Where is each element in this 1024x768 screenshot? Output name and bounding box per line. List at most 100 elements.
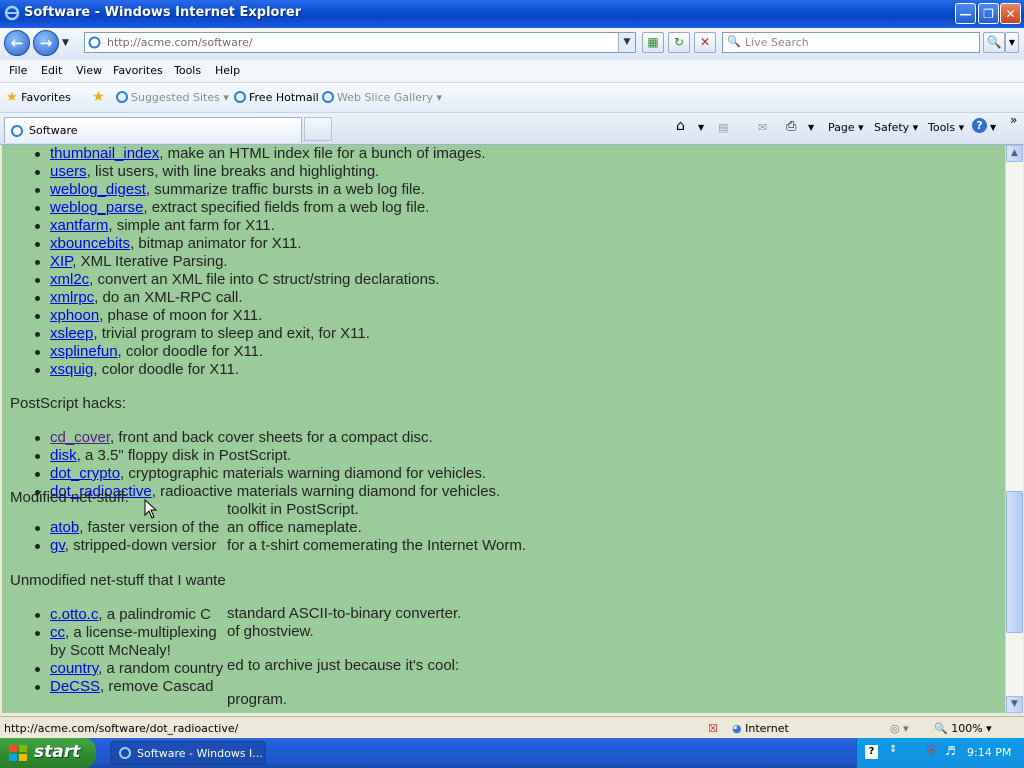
protected-mode-icon[interactable]: ◎ ▾ (890, 722, 909, 735)
add-favorite-icon[interactable]: ★ (92, 89, 105, 105)
safety-menu-button[interactable]: Safety ▾ (874, 121, 918, 134)
network-tray-icon[interactable]: ⇕ (889, 744, 897, 755)
search-box[interactable]: 🔍 Live Search (722, 32, 980, 53)
menu-view[interactable]: View (76, 64, 102, 77)
forward-arrow-icon: → (39, 34, 53, 52)
bullet (35, 613, 40, 618)
taskbar-ie-window[interactable]: Software - Windows I... (110, 741, 266, 765)
favorites-button[interactable]: ★ Favorites (6, 90, 71, 105)
mouse-cursor-icon (144, 499, 158, 519)
list-item: xsplinefun, color doodle for X11. (50, 343, 263, 361)
tools-menu-button[interactable]: Tools ▾ (928, 121, 964, 134)
item-description: , do an XML-RPC call. (94, 289, 243, 306)
software-link[interactable]: XIP (50, 253, 72, 270)
item-description: , trivial program to sleep and exit, for… (93, 325, 370, 342)
search-icon: 🔍 (986, 35, 1002, 49)
web-slice-gallery-link[interactable]: Web Slice Gallery ▾ (322, 91, 442, 104)
software-link[interactable]: xbouncebits (50, 235, 130, 252)
security-shield-icon[interactable]: ⛨ (927, 744, 937, 759)
compatibility-view-button[interactable]: ▦ (642, 32, 664, 53)
back-button[interactable]: ← (4, 30, 30, 56)
page-menu-label: Page (828, 121, 855, 134)
software-link[interactable]: disk (50, 447, 77, 464)
page-menu-button[interactable]: Page ▾ (828, 121, 864, 134)
menu-file[interactable]: File (9, 64, 27, 77)
refresh-button[interactable]: ↻ (668, 32, 690, 53)
safety-menu-label: Safety (874, 121, 910, 134)
menu-edit[interactable]: Edit (41, 64, 62, 77)
menu-favorites[interactable]: Favorites (113, 64, 163, 77)
software-link[interactable]: weblog_parse (50, 199, 143, 216)
zoom-control[interactable]: 🔍 100% ▾ (934, 722, 992, 735)
address-bar[interactable]: http://acme.com/software/ ▼ (84, 32, 636, 53)
software-link[interactable]: atob (50, 519, 79, 536)
software-link[interactable]: xml2c (50, 271, 89, 288)
home-icon[interactable]: ⌂ (676, 118, 685, 134)
more-commands-icon[interactable]: » (1010, 113, 1017, 127)
taskbar-window-label: Software - Windows I... (137, 747, 263, 760)
tab-software[interactable]: Software (4, 117, 302, 143)
text-fragment: of ghostview. (227, 623, 314, 640)
address-url: http://acme.com/software/ (107, 36, 253, 49)
print-icon[interactable]: ⎙ (786, 119, 796, 134)
software-link[interactable]: cc (50, 624, 65, 641)
new-tab-button[interactable] (304, 117, 332, 141)
history-dropdown-icon[interactable]: ▼ (62, 38, 69, 48)
software-link[interactable]: DeCSS (50, 678, 100, 695)
menu-tools[interactable]: Tools (174, 64, 201, 77)
menu-help[interactable]: Help (215, 64, 240, 77)
home-dropdown-icon[interactable]: ▼ (698, 123, 704, 132)
address-dropdown-icon[interactable]: ▼ (618, 33, 635, 52)
scroll-thumb[interactable] (1006, 491, 1023, 633)
bullet (35, 260, 40, 265)
suggested-sites-link[interactable]: Suggested Sites ▾ (116, 91, 229, 104)
scroll-down-icon[interactable]: ▼ (1006, 696, 1023, 713)
help-icon[interactable]: ? (972, 118, 987, 133)
software-link[interactable]: c.otto.c (50, 606, 98, 623)
help-dropdown-icon[interactable]: ▼ (990, 123, 996, 132)
popup-blocked-icon[interactable]: ☒ (708, 722, 718, 735)
list-item: disk, a 3.5" floppy disk in PostScript. (50, 447, 291, 465)
help-tray-icon[interactable]: ? (865, 745, 878, 759)
software-link[interactable]: xphoon (50, 307, 99, 324)
print-dropdown-icon[interactable]: ▼ (808, 123, 814, 132)
software-link[interactable]: xsleep (50, 325, 93, 342)
stop-button[interactable]: ✕ (694, 32, 716, 53)
software-link[interactable]: cd_cover (50, 429, 110, 446)
free-hotmail-link[interactable]: Free Hotmail (234, 91, 319, 104)
bullet (35, 332, 40, 337)
internet-zone[interactable]: ◕ Internet (732, 722, 789, 735)
software-link[interactable]: dot_crypto (50, 465, 120, 482)
software-link[interactable]: xsplinefun (50, 343, 118, 360)
vertical-scrollbar[interactable]: ▲ ▼ (1005, 145, 1023, 713)
search-options-button[interactable]: ▼ (1005, 32, 1019, 53)
software-link[interactable]: xsquig (50, 361, 93, 378)
software-link[interactable]: users (50, 163, 87, 180)
software-link[interactable]: xmlrpc (50, 289, 94, 306)
software-link[interactable]: weblog_digest (50, 181, 146, 198)
mail-icon[interactable]: ✉ (758, 121, 767, 134)
favorites-star-icon: ★ (6, 90, 18, 105)
section-heading: Modified net-stuff: (10, 489, 129, 506)
item-description: , cryptographic materials warning diamon… (120, 465, 487, 482)
software-link[interactable]: thumbnail_index (50, 145, 159, 162)
windows-flag-icon (9, 745, 27, 761)
scroll-up-icon[interactable]: ▲ (1006, 145, 1023, 162)
list-item: xml2c, convert an XML file into C struct… (50, 271, 440, 289)
feeds-icon[interactable]: ▤ (718, 121, 728, 134)
software-link[interactable]: country (50, 660, 98, 677)
forward-button[interactable]: → (33, 30, 59, 56)
start-button[interactable]: start (0, 738, 96, 768)
search-button[interactable]: 🔍 (983, 32, 1005, 53)
item-description: , a license-multiplexing (65, 624, 217, 641)
ie-page-icon (322, 91, 334, 103)
tab-page-icon (11, 125, 23, 137)
software-link[interactable]: gv (50, 537, 65, 554)
maximize-button[interactable]: ❐ (978, 3, 999, 24)
close-button[interactable]: ✕ (1000, 3, 1021, 24)
software-link[interactable]: xantfarm (50, 217, 108, 234)
volume-icon[interactable]: ♬ (945, 744, 956, 758)
bullet (35, 436, 40, 441)
item-description: , XML Iterative Parsing. (72, 253, 228, 270)
minimize-button[interactable]: — (955, 3, 976, 24)
